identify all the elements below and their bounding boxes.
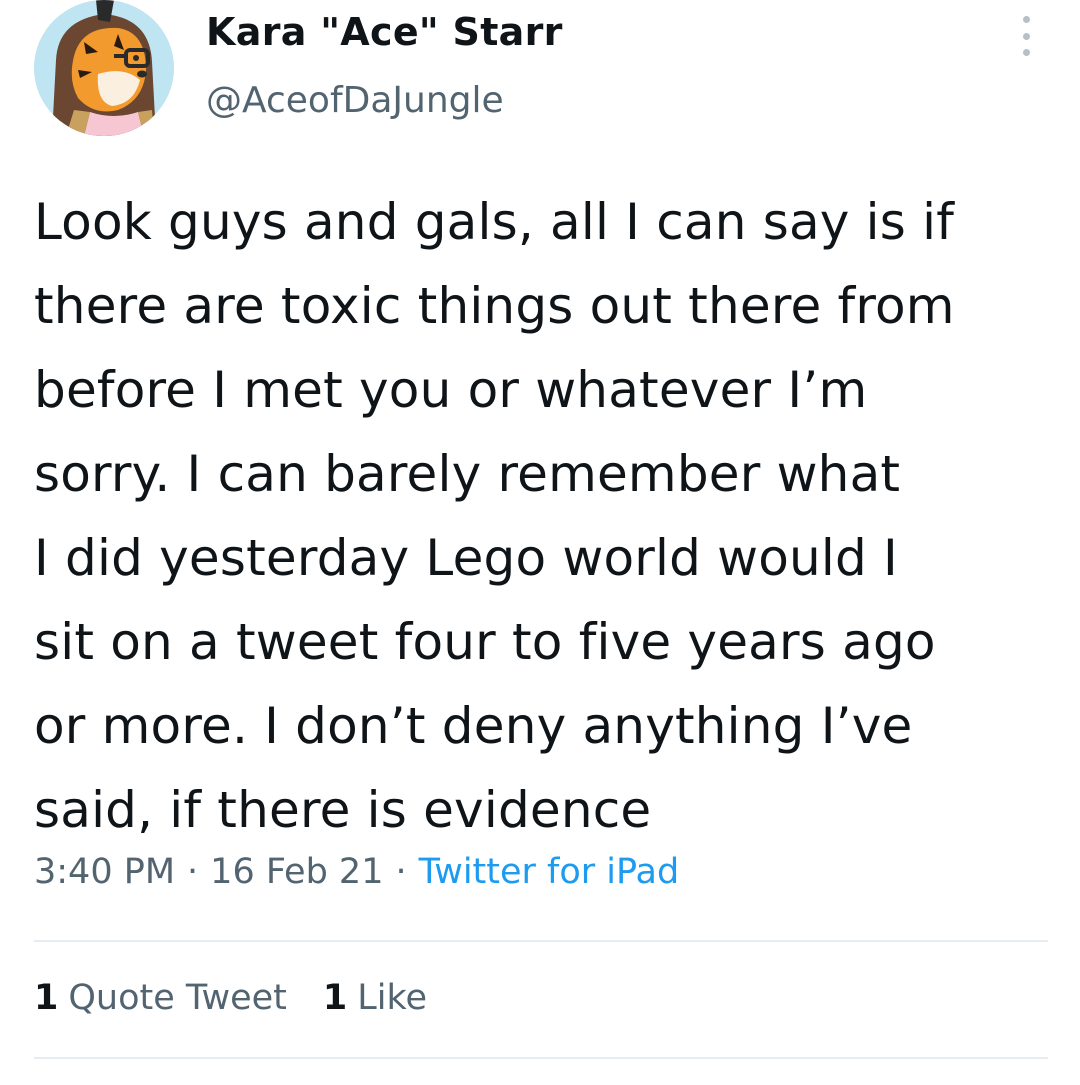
tweet-text-line: I did yesterday Lego world would I (34, 529, 898, 587)
tweet-stats: 1 Quote Tweet 1 Like (34, 978, 463, 1018)
separator: · (395, 852, 407, 892)
tweet-text-line: sit on a tweet four to five years ago (34, 613, 936, 671)
tweet-date[interactable]: 16 Feb 21 (210, 852, 383, 892)
tweet-text: Look guys and gals, all I can say is if … (34, 180, 1054, 852)
tweet-meta: 3:40 PM · 16 Feb 21 · Twitter for iPad (34, 852, 679, 892)
separator: · (187, 852, 199, 892)
user-handle[interactable]: @AceofDaJungle (206, 80, 504, 121)
dot (1022, 32, 1030, 40)
tweet-time[interactable]: 3:40 PM (34, 852, 175, 892)
tweet-text-line: Look guys and gals, all I can say is if (34, 193, 955, 251)
quote-label: Quote Tweet (68, 978, 287, 1018)
dot (1022, 16, 1030, 23)
divider (34, 1057, 1048, 1059)
avatar[interactable] (34, 0, 174, 136)
tweet-text-line: said, if there is evidence (34, 781, 652, 839)
quote-tweets-stat[interactable]: 1 Quote Tweet (34, 978, 287, 1018)
tweet-text-line: there are toxic things out there from (34, 277, 955, 335)
tiger-avatar-icon (34, 0, 174, 136)
tweet-text-line: or more. I don’t deny anything I’ve (34, 697, 913, 755)
like-label: Like (357, 978, 428, 1018)
more-options-icon[interactable] (1012, 16, 1040, 56)
like-count: 1 (322, 978, 348, 1018)
tweet-text-line: sorry. I can barely remember what (34, 445, 901, 503)
quote-count: 1 (34, 978, 59, 1018)
display-name[interactable]: Kara "Ace" Starr (206, 10, 563, 54)
likes-stat[interactable]: 1 Like (323, 978, 427, 1018)
tweet-source-link[interactable]: Twitter for iPad (419, 852, 680, 892)
divider (34, 940, 1048, 942)
tweet-card: Kara "Ace" Starr @AceofDaJungle Look guy… (0, 0, 1080, 1085)
tweet-text-line: before I met you or whatever I’m (34, 361, 868, 419)
dot (1022, 49, 1030, 56)
